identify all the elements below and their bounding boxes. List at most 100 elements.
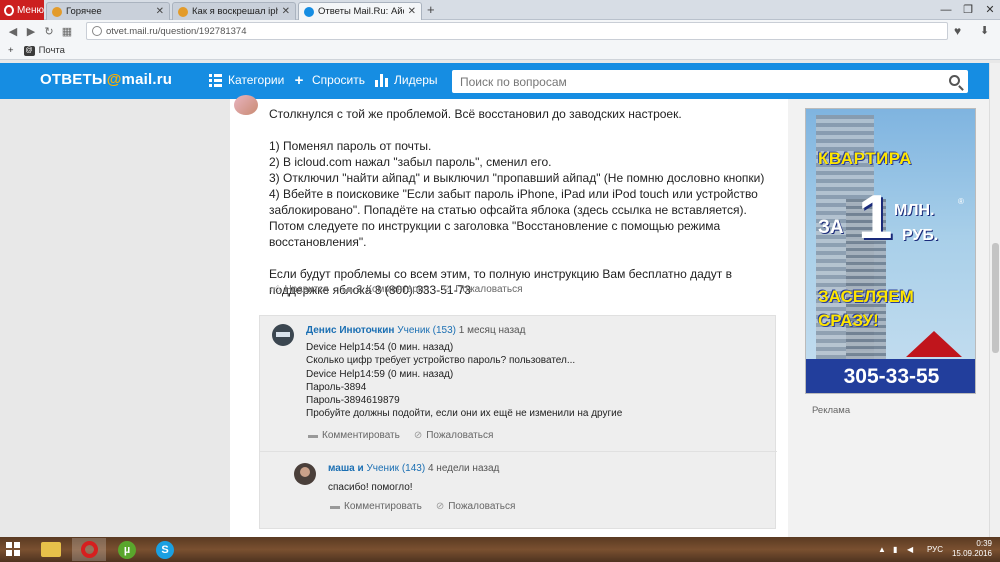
reply-button[interactable]: ▬ Комментировать	[308, 430, 400, 441]
logo-suffix: mail.ru	[121, 71, 173, 88]
comment-line: Пробуйте должны подойти, если они их ещё…	[306, 408, 623, 420]
answer-panel: Столкнулся с той же проблемой. Всё восст…	[230, 95, 788, 537]
avatar[interactable]	[294, 463, 316, 485]
volume-icon[interactable]: ◀	[907, 545, 913, 554]
opera-icon[interactable]	[72, 538, 106, 561]
thumbs-up-icon: 👍︎	[270, 284, 281, 295]
search-box	[452, 70, 968, 93]
comment-line: спасибо! помогло!	[328, 482, 413, 493]
avatar[interactable]	[234, 95, 258, 115]
grid-icon[interactable]: ▦	[58, 25, 76, 38]
answer-text: Столкнулся с той же проблемой. Всё восст…	[269, 106, 784, 298]
comment-line: Пароль-3894619879	[306, 395, 400, 407]
opera-menu-button[interactable]: Меню	[0, 0, 44, 20]
like-label: Нравится	[284, 283, 329, 295]
plus-icon: +	[294, 71, 304, 89]
url-field[interactable]: otvet.mail.ru/question/192781374	[86, 22, 948, 40]
tab-favicon-icon	[52, 6, 62, 17]
add-bookmark-button[interactable]: +	[8, 45, 14, 56]
nav-leaders[interactable]: Лидеры	[374, 73, 438, 87]
close-window-icon[interactable]: ✕	[980, 0, 1000, 20]
comment-header: маша и Ученик (143) 4 недели назад	[328, 463, 499, 474]
comment-author[interactable]: Денис Инюточкин	[306, 325, 394, 336]
report-label: Пожаловаться	[448, 501, 516, 512]
avatar[interactable]	[272, 324, 294, 346]
close-tab-icon[interactable]: ✕	[282, 6, 290, 17]
site-header: ОТВЕТЫ@mail.ru Категории + Спросить Лиде…	[0, 63, 989, 99]
bookmark-label: Почта	[38, 45, 65, 56]
answer-line: 2) В icloud.com нажал "забыл пароль", см…	[269, 155, 552, 169]
back-arrow-icon[interactable]: ◀	[4, 25, 22, 38]
bookmark-heart-icon[interactable]: ♥	[954, 24, 961, 38]
comment-actions: ▬ Комментировать ⊘ Пожаловаться	[308, 430, 493, 441]
opera-menu-label: Меню	[16, 4, 44, 16]
reply-button[interactable]: ▬ Комментировать	[330, 501, 422, 512]
nav-categories[interactable]: Категории	[208, 73, 284, 87]
opera-logo-icon	[4, 4, 14, 16]
new-tab-button[interactable]: +	[427, 2, 435, 17]
comment-rank: Ученик (153)	[397, 325, 456, 336]
download-icon[interactable]: ⬇	[980, 24, 989, 37]
comment-author[interactable]: маша и	[328, 463, 364, 474]
comment-body: спасибо! помогло!	[328, 481, 413, 494]
report-button[interactable]: ⊘ Пожаловаться	[443, 284, 523, 295]
ad-headline: КВАРТИРА	[818, 149, 912, 168]
skype-icon[interactable]: S	[148, 538, 182, 561]
ad-headline: ЗАСЕЛЯЕМ	[818, 287, 914, 306]
answer-line: 3) Отключил "найти айпад" и выключил "пр…	[269, 171, 765, 185]
ad-label[interactable]: Реклама	[812, 405, 850, 416]
search-input[interactable]	[460, 74, 940, 89]
comment-time: 4 недели назад	[427, 463, 500, 474]
search-icon[interactable]	[949, 75, 960, 86]
site-logo[interactable]: ОТВЕТЫ@mail.ru	[40, 71, 172, 88]
reload-icon[interactable]: ↻	[40, 25, 58, 38]
like-button[interactable]: 👍︎ Нравится	[270, 283, 329, 296]
clock[interactable]: 0:39 15.09.2016	[952, 539, 992, 559]
explorer-icon[interactable]	[34, 538, 68, 561]
divider	[260, 451, 777, 452]
utorrent-icon[interactable]: µ	[110, 538, 144, 561]
browser-tab-active[interactable]: Ответы Mail.Ru: Айфон з ✕	[298, 2, 422, 20]
browser-tab[interactable]: Горячее ✕	[46, 2, 170, 20]
logo-at: @	[106, 71, 122, 88]
bookmark-item[interactable]: @ Почта	[23, 45, 65, 56]
answer-actions: 👍︎ Нравится ▬ 2 Комментария ⊘ Пожаловать…	[270, 283, 523, 296]
report-button[interactable]: ⊘ Пожаловаться	[436, 501, 516, 512]
ad-banner[interactable]: КВАРТИРА ЗА 1 МЛН. РУБ. ® ЗАСЕЛЯЕМ СРАЗУ…	[805, 108, 976, 394]
windows-start-icon[interactable]	[6, 542, 20, 556]
comment-header: Денис Инюточкин Ученик (153) 1 месяц наз…	[306, 325, 525, 336]
page-scrollbar[interactable]	[989, 63, 1000, 537]
tray-arrow-icon[interactable]: ▲	[878, 545, 886, 554]
close-tab-icon[interactable]: ✕	[408, 6, 416, 17]
ad-text: ЗА	[818, 217, 844, 238]
scrollbar-thumb[interactable]	[992, 243, 999, 353]
minimize-icon[interactable]: —	[936, 0, 956, 20]
comments-button[interactable]: ▬ 2 Комментария	[343, 284, 429, 295]
bookmarks-bar: + @ Почта	[0, 42, 1000, 60]
nav-label: Лидеры	[394, 73, 438, 87]
comment-icon: ▬	[342, 283, 353, 295]
report-label: Пожаловаться	[455, 283, 523, 295]
restore-icon[interactable]: ❐	[958, 0, 978, 20]
bar-chart-icon	[374, 73, 388, 87]
address-bar-row: ◀ ▶ ↻ ▦ otvet.mail.ru/question/192781374…	[0, 20, 1000, 42]
url-text: otvet.mail.ru/question/192781374	[106, 25, 247, 37]
comment-line: Пароль-3894	[306, 381, 367, 393]
answer-line: 1) Поменял пароль от почты.	[269, 139, 432, 153]
forward-arrow-icon[interactable]: ▶	[22, 25, 40, 38]
nav-ask[interactable]: + Спросить	[292, 71, 365, 89]
block-icon: ⊘	[435, 501, 445, 512]
network-icon[interactable]: ▮	[893, 545, 897, 554]
windows-taskbar: µ S ▲ ▮ ◀ РУС 0:39 15.09.2016	[0, 537, 1000, 562]
comments-count: 2	[356, 283, 363, 295]
ad-phone: 305-33-55	[806, 359, 975, 393]
browser-tab-strip: Меню Горячее ✕ Как я воскрешал iphone ✕ …	[0, 0, 1000, 20]
ad-text: РУБ.	[902, 227, 939, 244]
comment-actions: ▬ Комментировать ⊘ Пожаловаться	[330, 501, 515, 512]
report-button[interactable]: ⊘ Пожаловаться	[414, 430, 494, 441]
report-label: Пожаловаться	[426, 430, 494, 441]
block-icon: ⊘	[442, 283, 452, 295]
close-tab-icon[interactable]: ✕	[156, 6, 164, 17]
browser-tab[interactable]: Как я воскрешал iphone ✕	[172, 2, 296, 20]
keyboard-language[interactable]: РУС	[927, 545, 943, 554]
